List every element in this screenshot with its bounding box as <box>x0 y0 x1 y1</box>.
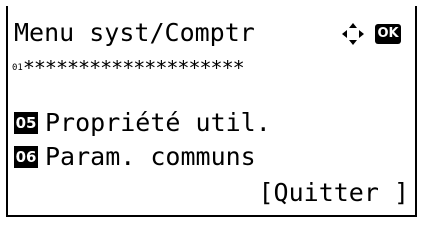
menu-item-label: Param. communs <box>45 142 256 171</box>
scroll-stars: ******************** <box>22 60 245 76</box>
item-number-badge: 05 <box>14 112 38 134</box>
title-icons: OK <box>341 20 401 48</box>
menu-item-label: Propriété util. <box>45 108 271 137</box>
menu-scroll-indicator: 01******************** <box>12 60 414 76</box>
ok-icon[interactable]: OK <box>375 24 401 44</box>
operation-panel-display: Menu syst/Comptr OK 01******************… <box>6 6 417 217</box>
scroll-index: 01 <box>12 63 23 73</box>
menu-item-param-communs[interactable]: 06 Param. communs <box>14 142 256 172</box>
item-number-badge: 06 <box>14 146 38 168</box>
menu-item-propriete-util[interactable]: 05 Propriété util. <box>14 108 271 138</box>
four-way-arrow-icon <box>342 23 364 45</box>
screen-title: Menu syst/Comptr <box>14 18 255 47</box>
quit-button[interactable]: [Quitter ] <box>258 178 409 208</box>
